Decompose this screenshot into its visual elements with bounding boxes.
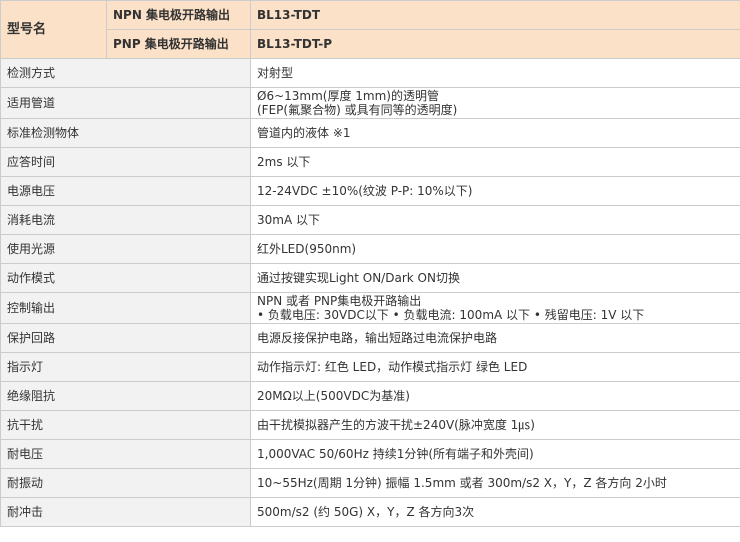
spec-label: 适用管道 — [0, 87, 251, 119]
spec-value: 12-24VDC ±10%(纹波 P-P: 10%以下) — [250, 176, 740, 206]
spec-label: 耐振动 — [0, 468, 251, 498]
spec-row-dielectric: 耐电压 1,000VAC 50/60Hz 持续1分钟(所有端子和外壳间) — [0, 439, 740, 469]
spec-value: Ø6~13mm(厚度 1mm)的透明管 (FEP(氟聚合物) 或具有同等的透明度… — [250, 87, 740, 119]
spec-label: 保护回路 — [0, 323, 251, 353]
spec-row-light-source: 使用光源 红外LED(950nm) — [0, 234, 740, 264]
spec-value: 通过按键实现Light ON/Dark ON切换 — [250, 263, 740, 293]
spec-value: 1,000VAC 50/60Hz 持续1分钟(所有端子和外壳间) — [250, 439, 740, 469]
output-type-pnp: PNP 集电极开路输出 — [106, 29, 251, 59]
spec-value: 10~55Hz(周期 1分钟) 振幅 1.5mm 或者 300m/s2 X，Y，… — [250, 468, 740, 498]
spec-row-detection: 检测方式 对射型 — [0, 58, 740, 88]
spec-value-line: Ø6~13mm(厚度 1mm)的透明管 — [257, 89, 439, 103]
spec-row-control-output: 控制输出 NPN 或者 PNP集电极开路输出 • 负载电压: 30VDC以下 •… — [0, 292, 740, 324]
spec-label: 耐冲击 — [0, 497, 251, 527]
spec-value: 500m/s2 (约 50G) X，Y，Z 各方向3次 — [250, 497, 740, 527]
spec-label: 抗干扰 — [0, 410, 251, 440]
spec-label: 指示灯 — [0, 352, 251, 382]
spec-row-current: 消耗电流 30mA 以下 — [0, 205, 740, 235]
spec-value: NPN 或者 PNP集电极开路输出 • 负载电压: 30VDC以下 • 负载电流… — [250, 292, 740, 324]
model-name-label: 型号名 — [0, 0, 107, 59]
spec-label: 动作模式 — [0, 263, 251, 293]
spec-value: 管道内的液体 ※1 — [250, 118, 740, 148]
spec-label: 控制输出 — [0, 292, 251, 324]
spec-row-shock: 耐冲击 500m/s2 (约 50G) X，Y，Z 各方向3次 — [0, 497, 740, 527]
spec-label: 检测方式 — [0, 58, 251, 88]
spec-label: 耐电压 — [0, 439, 251, 469]
spec-row-indicator: 指示灯 动作指示灯: 红色 LED，动作模式指示灯 绿色 LED — [0, 352, 740, 382]
spec-row-mode: 动作模式 通过按键实现Light ON/Dark ON切换 — [0, 263, 740, 293]
spec-row-voltage: 电源电压 12-24VDC ±10%(纹波 P-P: 10%以下) — [0, 176, 740, 206]
spec-row-pipe: 适用管道 Ø6~13mm(厚度 1mm)的透明管 (FEP(氟聚合物) 或具有同… — [0, 87, 740, 119]
spec-row-vibration: 耐振动 10~55Hz(周期 1分钟) 振幅 1.5mm 或者 300m/s2 … — [0, 468, 740, 498]
spec-value: 电源反接保护电路，输出短路过电流保护电路 — [250, 323, 740, 353]
spec-row-insulation: 绝缘阻抗 20MΩ以上(500VDC为基准) — [0, 381, 740, 411]
spec-row-noise: 抗干扰 由干扰模拟器产生的方波干扰±240V(脉冲宽度 1㎲) — [0, 410, 740, 440]
spec-value: 对射型 — [250, 58, 740, 88]
spec-value: 红外LED(950nm) — [250, 234, 740, 264]
spec-row-protection: 保护回路 电源反接保护电路，输出短路过电流保护电路 — [0, 323, 740, 353]
spec-value: 2ms 以下 — [250, 147, 740, 177]
spec-value: 30mA 以下 — [250, 205, 740, 235]
spec-value: 由干扰模拟器产生的方波干扰±240V(脉冲宽度 1㎲) — [250, 410, 740, 440]
spec-value: 动作指示灯: 红色 LED，动作模式指示灯 绿色 LED — [250, 352, 740, 382]
spec-label: 消耗电流 — [0, 205, 251, 235]
model-value-npn: BL13-TDT — [250, 0, 740, 30]
spec-label: 使用光源 — [0, 234, 251, 264]
spec-table: 型号名 NPN 集电极开路输出 BL13-TDT PNP 集电极开路输出 BL1… — [0, 0, 740, 527]
output-type-npn: NPN 集电极开路输出 — [106, 0, 251, 30]
spec-row-target: 标准检测物体 管道内的液体 ※1 — [0, 118, 740, 148]
model-value-pnp: BL13-TDT-P — [250, 29, 740, 59]
spec-value-line: (FEP(氟聚合物) 或具有同等的透明度) — [257, 103, 458, 117]
header-row-pnp: PNP 集电极开路输出 BL13-TDT-P — [1, 29, 740, 59]
spec-label: 绝缘阻抗 — [0, 381, 251, 411]
spec-value-line: • 负载电压: 30VDC以下 • 负载电流: 100mA 以下 • 残留电压:… — [257, 308, 645, 322]
spec-label: 电源电压 — [0, 176, 251, 206]
spec-row-response: 应答时间 2ms 以下 — [0, 147, 740, 177]
spec-value-line: NPN 或者 PNP集电极开路输出 — [257, 294, 422, 308]
header-row-npn: 型号名 NPN 集电极开路输出 BL13-TDT — [0, 0, 740, 59]
spec-label: 应答时间 — [0, 147, 251, 177]
spec-label: 标准检测物体 — [0, 118, 251, 148]
spec-value: 20MΩ以上(500VDC为基准) — [250, 381, 740, 411]
